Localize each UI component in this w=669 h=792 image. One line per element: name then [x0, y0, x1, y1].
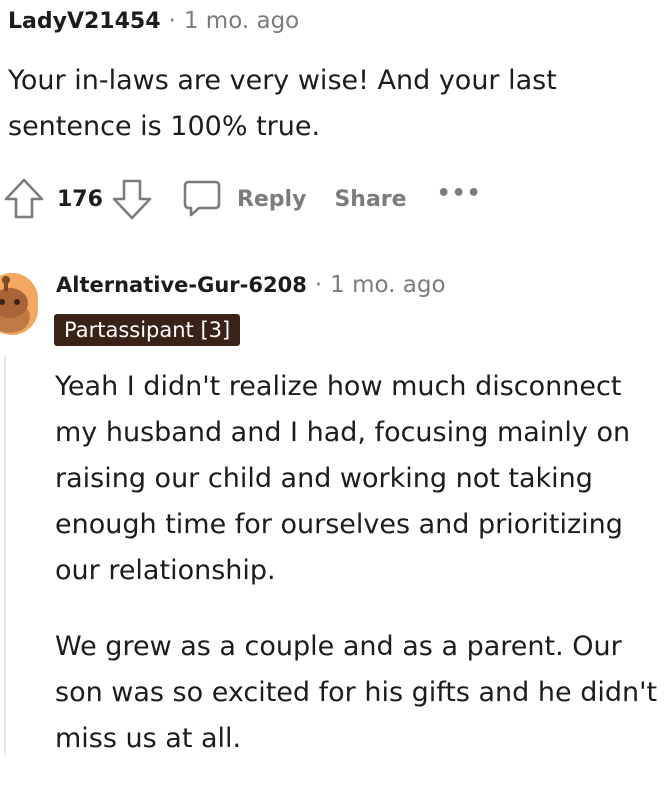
thread-line[interactable]	[4, 355, 6, 755]
comment-1-meta: LadyV21454 · 1 mo. ago	[8, 5, 299, 37]
comment-1-text: Your in-laws are very wise! And your las…	[8, 65, 557, 142]
comment-1-timestamp[interactable]: 1 mo. ago	[184, 8, 299, 34]
meta-separator: ·	[168, 8, 176, 34]
meta-separator: ·	[314, 272, 323, 298]
comment-2-paragraph-2: We grew as a couple and as a parent. Our…	[55, 631, 658, 754]
comment-2-body: Yeah I didn't realize how much disconnec…	[55, 364, 667, 792]
comment-2-meta: Alternative-Gur-6208 · 1 mo. ago	[56, 268, 446, 302]
speech-bubble-icon	[181, 178, 223, 220]
reply-label: Reply	[236, 186, 307, 212]
comment-1-actions: 176 Reply Share •••	[3, 176, 482, 222]
downvote-arrow-icon[interactable]	[111, 177, 153, 221]
comment-2-author[interactable]: Alternative-Gur-6208	[56, 273, 307, 297]
vote-count: 176	[57, 186, 103, 212]
comment-1-author[interactable]: LadyV21454	[8, 9, 161, 34]
reply-button[interactable]: Reply	[181, 178, 307, 220]
comment-2-timestamp[interactable]: 1 mo. ago	[330, 272, 445, 298]
snoo-avatar-icon[interactable]	[0, 273, 38, 335]
user-flair-badge: Partassipant [3]	[54, 314, 241, 346]
ellipsis-icon[interactable]: •••	[437, 181, 482, 206]
comment-1-body: Your in-laws are very wise! And your las…	[8, 58, 658, 150]
share-button[interactable]: Share	[334, 187, 406, 212]
comment-2-paragraph-1: Yeah I didn't realize how much disconnec…	[55, 371, 631, 586]
upvote-arrow-icon[interactable]	[3, 177, 45, 221]
